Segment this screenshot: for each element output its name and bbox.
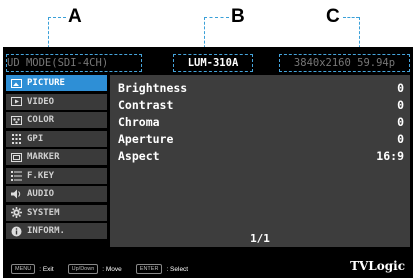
- callout-b-leader: [204, 17, 229, 18]
- sidebar-item-video[interactable]: VIDEO: [6, 93, 107, 110]
- sidebar-item-label: MARKER: [27, 152, 60, 162]
- setting-value: 0: [397, 115, 404, 129]
- sidebar-item-audio[interactable]: AUDIO: [6, 186, 107, 202]
- setting-value: 0: [397, 132, 404, 146]
- setting-row-contrast[interactable]: Contrast 0: [118, 98, 404, 114]
- picture-icon: [10, 78, 22, 88]
- marker-icon: [10, 152, 22, 162]
- setting-value: 0: [397, 98, 404, 112]
- menu-sidebar: PICTURE VIDEO COLOR GPI MARKER F.KEY AUD…: [6, 75, 107, 241]
- sidebar-item-system[interactable]: SYSTEM: [6, 204, 107, 221]
- menu-key-hint: MENU: [11, 264, 36, 274]
- gpi-icon: [10, 133, 22, 144]
- setting-label: Brightness: [118, 81, 188, 95]
- sidebar-item-color[interactable]: COLOR: [6, 112, 107, 128]
- model-name: LUM-310A: [173, 54, 253, 72]
- sidebar-item-label: PICTURE: [27, 78, 65, 88]
- callout-a-leader: [48, 17, 66, 18]
- key-hint-bar: MENU : Exit Up/Down : Move ENTER : Selec…: [11, 263, 198, 275]
- updown-key-hint: Up/Down: [67, 264, 99, 274]
- info-icon: [10, 226, 22, 236]
- setting-row-chroma[interactable]: Chroma 0: [118, 115, 404, 131]
- sidebar-item-inform[interactable]: INFORM.: [6, 223, 107, 239]
- setting-row-aspect[interactable]: Aspect 16:9: [118, 149, 404, 165]
- setting-row-aperture[interactable]: Aperture 0: [118, 132, 404, 148]
- callout-c-label: C: [326, 6, 340, 27]
- sidebar-item-picture[interactable]: PICTURE: [6, 75, 107, 91]
- video-icon: [10, 97, 22, 107]
- sidebar-item-gpi[interactable]: GPI: [6, 130, 107, 147]
- setting-value: 16:9: [376, 149, 404, 163]
- ud-mode-indicator: UD MODE(SDI-4CH): [6, 54, 142, 72]
- sidebar-item-label: GPI: [27, 133, 44, 144]
- callout-c-leader: [343, 17, 359, 18]
- callout-b-label: B: [231, 6, 245, 27]
- settings-panel: Brightness 0 Contrast 0 Chroma 0 Apertur…: [110, 75, 410, 247]
- brand-logo: TVLogic: [350, 259, 405, 273]
- callout-a-label: A: [68, 6, 82, 27]
- updown-key-desc: : Move: [102, 265, 122, 273]
- setting-label: Aspect: [118, 149, 160, 163]
- audio-icon: [10, 189, 22, 199]
- menu-key-desc: : Exit: [39, 265, 54, 273]
- setting-label: Aperture: [118, 132, 174, 146]
- enter-key-desc: : Select: [166, 265, 189, 273]
- sidebar-item-label: INFORM.: [27, 226, 65, 236]
- setting-row-brightness[interactable]: Brightness 0: [118, 81, 404, 97]
- gear-icon: [10, 207, 22, 218]
- sidebar-item-label: F.KEY: [27, 170, 55, 181]
- enter-key-hint: ENTER: [135, 264, 163, 274]
- sidebar-item-label: SYSTEM: [27, 207, 60, 218]
- setting-value: 0: [397, 81, 404, 95]
- sidebar-item-label: VIDEO: [27, 96, 55, 107]
- setting-label: Chroma: [118, 115, 160, 129]
- fkey-icon: [10, 170, 22, 181]
- page-indicator: 1/1: [250, 232, 270, 245]
- monitor-screen: UD MODE(SDI-4CH) LUM-310A 3840x2160 59.9…: [3, 47, 413, 278]
- sidebar-item-label: AUDIO: [27, 189, 55, 199]
- sidebar-item-fkey[interactable]: F.KEY: [6, 167, 107, 184]
- color-icon: [10, 115, 22, 125]
- sidebar-item-marker[interactable]: MARKER: [6, 149, 107, 165]
- setting-label: Contrast: [118, 98, 174, 112]
- resolution-indicator: 3840x2160 59.94p: [279, 54, 410, 72]
- sidebar-item-label: COLOR: [27, 115, 55, 125]
